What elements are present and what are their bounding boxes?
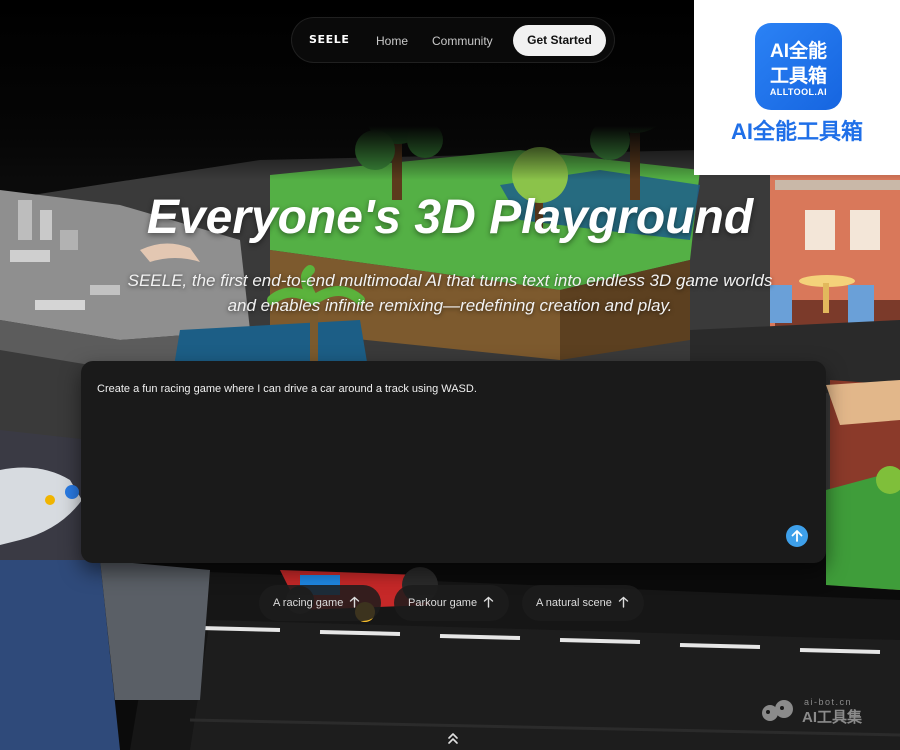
alltool-logo-line2: 工具箱	[769, 66, 827, 87]
hero-subtitle: SEELE, the first end-to-end multimodal A…	[100, 268, 800, 318]
alltool-logo-domain: ALLTOOL.AI	[769, 87, 828, 97]
double-chevron-up-icon[interactable]	[445, 730, 461, 746]
alltool-caption: AI全能工具箱	[730, 119, 863, 144]
arrow-up-icon	[791, 530, 803, 542]
suggestion-label: A racing game	[273, 597, 344, 609]
nav-home-link[interactable]: Home	[376, 34, 408, 48]
suggestion-label: A natural scene	[536, 597, 612, 609]
ai-bot-name: AI工具集	[802, 709, 863, 726]
hero-subtitle-line2: and enables infinite remixing—redefining…	[227, 296, 673, 315]
alltool-logo-tile: AI全能 工具箱 ALLTOOL.AI	[755, 23, 842, 110]
ai-bot-logo-icon	[762, 700, 793, 721]
prompt-panel: Create a fun racing game where I can dri…	[81, 361, 826, 563]
hero-subtitle-line1: SEELE, the first end-to-end multimodal A…	[127, 271, 773, 290]
suggestion-parkour-game[interactable]: Parkour game	[394, 585, 509, 621]
hero-title: Everyone's 3D Playground	[146, 191, 754, 244]
prompt-input[interactable]: Create a fun racing game where I can dri…	[97, 383, 797, 395]
suggestion-racing-game[interactable]: A racing game	[259, 585, 381, 621]
suggestion-label: Parkour game	[408, 597, 478, 609]
top-navigation: SEELE Home Community Get Started	[291, 17, 615, 63]
arrow-up-icon	[350, 596, 360, 608]
seele-logo[interactable]: SEELE	[309, 33, 349, 46]
suggestion-natural-scene[interactable]: A natural scene	[522, 585, 644, 621]
send-button[interactable]	[786, 525, 808, 547]
arrow-up-icon	[483, 596, 494, 608]
nav-community-link[interactable]: Community	[432, 34, 493, 48]
get-started-button[interactable]: Get Started	[513, 25, 606, 56]
alltool-watermark: AI全能 工具箱 ALLTOOL.AI AI全能工具箱	[694, 0, 900, 175]
alltool-logo-line1: AI全能	[769, 41, 827, 62]
ai-bot-watermark: ai-bot.cn AI工具集	[760, 697, 880, 727]
arrow-up-icon	[618, 596, 629, 608]
